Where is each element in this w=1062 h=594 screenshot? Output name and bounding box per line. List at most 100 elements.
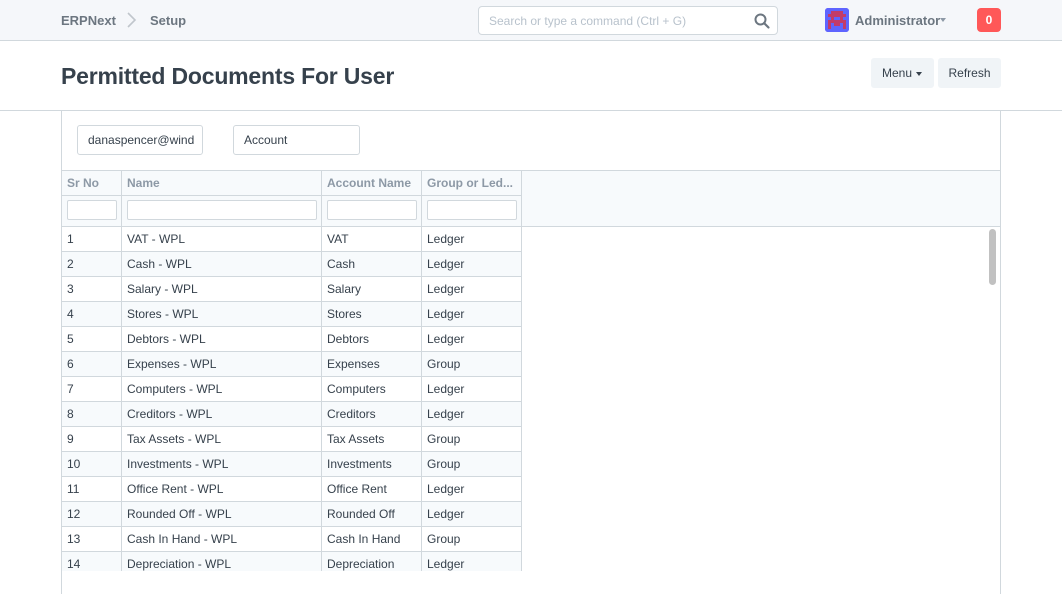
table-row[interactable]: 1 VAT - WPL VAT Ledger bbox=[62, 227, 522, 252]
cell-name[interactable]: Computers - WPL bbox=[122, 377, 322, 402]
cell-sr-no: 1 bbox=[62, 227, 122, 252]
table-row[interactable]: 2 Cash - WPL Cash Ledger bbox=[62, 252, 522, 277]
cell-sr-no: 14 bbox=[62, 552, 122, 571]
table-row[interactable]: 3 Salary - WPL Salary Ledger bbox=[62, 277, 522, 302]
cell-name[interactable]: Stores - WPL bbox=[122, 302, 322, 327]
filter-cell-account-name bbox=[322, 196, 422, 227]
user-menu[interactable]: Administrator bbox=[855, 13, 940, 28]
cell-name[interactable]: Cash - WPL bbox=[122, 252, 322, 277]
column-filter-sr-no[interactable] bbox=[67, 200, 117, 220]
table-row[interactable]: 12 Rounded Off - WPL Rounded Off Ledger bbox=[62, 502, 522, 527]
cell-sr-no: 7 bbox=[62, 377, 122, 402]
table-row[interactable]: 8 Creditors - WPL Creditors Ledger bbox=[62, 402, 522, 427]
top-navbar: ERPNext Setup Search or type a command (… bbox=[0, 0, 1062, 41]
cell-account-name[interactable]: Cash In Hand bbox=[322, 527, 422, 552]
column-filter-account-name[interactable] bbox=[327, 200, 417, 220]
cell-sr-no: 6 bbox=[62, 352, 122, 377]
cell-name[interactable]: Creditors - WPL bbox=[122, 402, 322, 427]
cell-name[interactable]: Tax Assets - WPL bbox=[122, 427, 322, 452]
cell-group-or-ledger[interactable]: Ledger bbox=[422, 377, 522, 402]
cell-account-name[interactable]: VAT bbox=[322, 227, 422, 252]
cell-name[interactable]: Debtors - WPL bbox=[122, 327, 322, 352]
table-row[interactable]: 14 Depreciation - WPL Depreciation Ledge… bbox=[62, 552, 522, 571]
cell-sr-no: 13 bbox=[62, 527, 122, 552]
cell-name[interactable]: Office Rent - WPL bbox=[122, 477, 322, 502]
cell-name[interactable]: Investments - WPL bbox=[122, 452, 322, 477]
column-header-name[interactable]: Name bbox=[122, 171, 322, 196]
doctype-filter-input[interactable]: Account bbox=[233, 125, 360, 155]
cell-account-name[interactable]: Creditors bbox=[322, 402, 422, 427]
refresh-button[interactable]: Refresh bbox=[938, 58, 1001, 88]
table-row[interactable]: 4 Stores - WPL Stores Ledger bbox=[62, 302, 522, 327]
cell-sr-no: 8 bbox=[62, 402, 122, 427]
cell-sr-no: 3 bbox=[62, 277, 122, 302]
chevron-right-icon bbox=[127, 12, 137, 28]
cell-group-or-ledger[interactable]: Ledger bbox=[422, 252, 522, 277]
filter-cell-name bbox=[122, 196, 322, 227]
cell-account-name[interactable]: Stores bbox=[322, 302, 422, 327]
page-title: Permitted Documents For User bbox=[61, 63, 395, 89]
cell-group-or-ledger[interactable]: Group bbox=[422, 527, 522, 552]
cell-group-or-ledger[interactable]: Group bbox=[422, 427, 522, 452]
table-row[interactable]: 10 Investments - WPL Investments Group bbox=[62, 452, 522, 477]
column-header-account-name[interactable]: Account Name bbox=[322, 171, 422, 196]
cell-name[interactable]: Rounded Off - WPL bbox=[122, 502, 322, 527]
cell-group-or-ledger[interactable]: Ledger bbox=[422, 552, 522, 571]
cell-name[interactable]: VAT - WPL bbox=[122, 227, 322, 252]
cell-group-or-ledger[interactable]: Ledger bbox=[422, 227, 522, 252]
table-row[interactable]: 11 Office Rent - WPL Office Rent Ledger bbox=[62, 477, 522, 502]
cell-group-or-ledger[interactable]: Ledger bbox=[422, 502, 522, 527]
cell-sr-no: 4 bbox=[62, 302, 122, 327]
cell-name[interactable]: Depreciation - WPL bbox=[122, 552, 322, 571]
cell-sr-no: 12 bbox=[62, 502, 122, 527]
cell-group-or-ledger[interactable]: Ledger bbox=[422, 402, 522, 427]
cell-group-or-ledger[interactable]: Ledger bbox=[422, 277, 522, 302]
grid-header: Sr No Name Account Name Group or Led... bbox=[62, 171, 1000, 227]
cell-account-name[interactable]: Expenses bbox=[322, 352, 422, 377]
cell-account-name[interactable]: Rounded Off bbox=[322, 502, 422, 527]
column-filter-group-or-ledger[interactable] bbox=[427, 200, 517, 220]
column-header-group-or-ledger[interactable]: Group or Led... bbox=[422, 171, 522, 196]
cell-account-name[interactable]: Salary bbox=[322, 277, 422, 302]
column-header-sr-no[interactable]: Sr No bbox=[62, 171, 122, 196]
cell-group-or-ledger[interactable]: Group bbox=[422, 452, 522, 477]
cell-group-or-ledger[interactable]: Ledger bbox=[422, 477, 522, 502]
brand-link[interactable]: ERPNext bbox=[61, 13, 116, 28]
cell-sr-no: 9 bbox=[62, 427, 122, 452]
cell-account-name[interactable]: Office Rent bbox=[322, 477, 422, 502]
menu-button[interactable]: Menu bbox=[871, 58, 934, 88]
cell-group-or-ledger[interactable]: Group bbox=[422, 352, 522, 377]
notification-badge[interactable]: 0 bbox=[977, 8, 1001, 32]
cell-sr-no: 11 bbox=[62, 477, 122, 502]
cell-name[interactable]: Expenses - WPL bbox=[122, 352, 322, 377]
cell-account-name[interactable]: Debtors bbox=[322, 327, 422, 352]
cell-sr-no: 2 bbox=[62, 252, 122, 277]
breadcrumb-setup[interactable]: Setup bbox=[150, 13, 186, 28]
search-icon[interactable] bbox=[753, 12, 771, 30]
cell-account-name[interactable]: Computers bbox=[322, 377, 422, 402]
filter-cell-sr-no bbox=[62, 196, 122, 227]
table-row[interactable]: 9 Tax Assets - WPL Tax Assets Group bbox=[62, 427, 522, 452]
cell-account-name[interactable]: Cash bbox=[322, 252, 422, 277]
table-row[interactable]: 6 Expenses - WPL Expenses Group bbox=[62, 352, 522, 377]
cell-account-name[interactable]: Depreciation bbox=[322, 552, 422, 571]
cell-group-or-ledger[interactable]: Ledger bbox=[422, 302, 522, 327]
user-filter-input[interactable]: danaspencer@wind bbox=[77, 125, 203, 155]
cell-account-name[interactable]: Investments bbox=[322, 452, 422, 477]
cell-group-or-ledger[interactable]: Ledger bbox=[422, 327, 522, 352]
table-row[interactable]: 7 Computers - WPL Computers Ledger bbox=[62, 377, 522, 402]
cell-name[interactable]: Salary - WPL bbox=[122, 277, 322, 302]
avatar[interactable] bbox=[825, 8, 849, 32]
table-row[interactable]: 13 Cash In Hand - WPL Cash In Hand Group bbox=[62, 527, 522, 552]
cell-account-name[interactable]: Tax Assets bbox=[322, 427, 422, 452]
page-head: Permitted Documents For User Menu Refres… bbox=[0, 41, 1062, 111]
search-input[interactable]: Search or type a command (Ctrl + G) bbox=[478, 6, 778, 35]
column-filter-name[interactable] bbox=[127, 200, 317, 220]
caret-down-icon[interactable] bbox=[940, 18, 946, 22]
grid-scrollbar[interactable] bbox=[987, 228, 999, 571]
cell-name[interactable]: Cash In Hand - WPL bbox=[122, 527, 322, 552]
filter-cell-group-or-ledger bbox=[422, 196, 522, 227]
caret-down-icon bbox=[916, 71, 923, 76]
scrollbar-thumb[interactable] bbox=[989, 229, 996, 285]
table-row[interactable]: 5 Debtors - WPL Debtors Ledger bbox=[62, 327, 522, 352]
